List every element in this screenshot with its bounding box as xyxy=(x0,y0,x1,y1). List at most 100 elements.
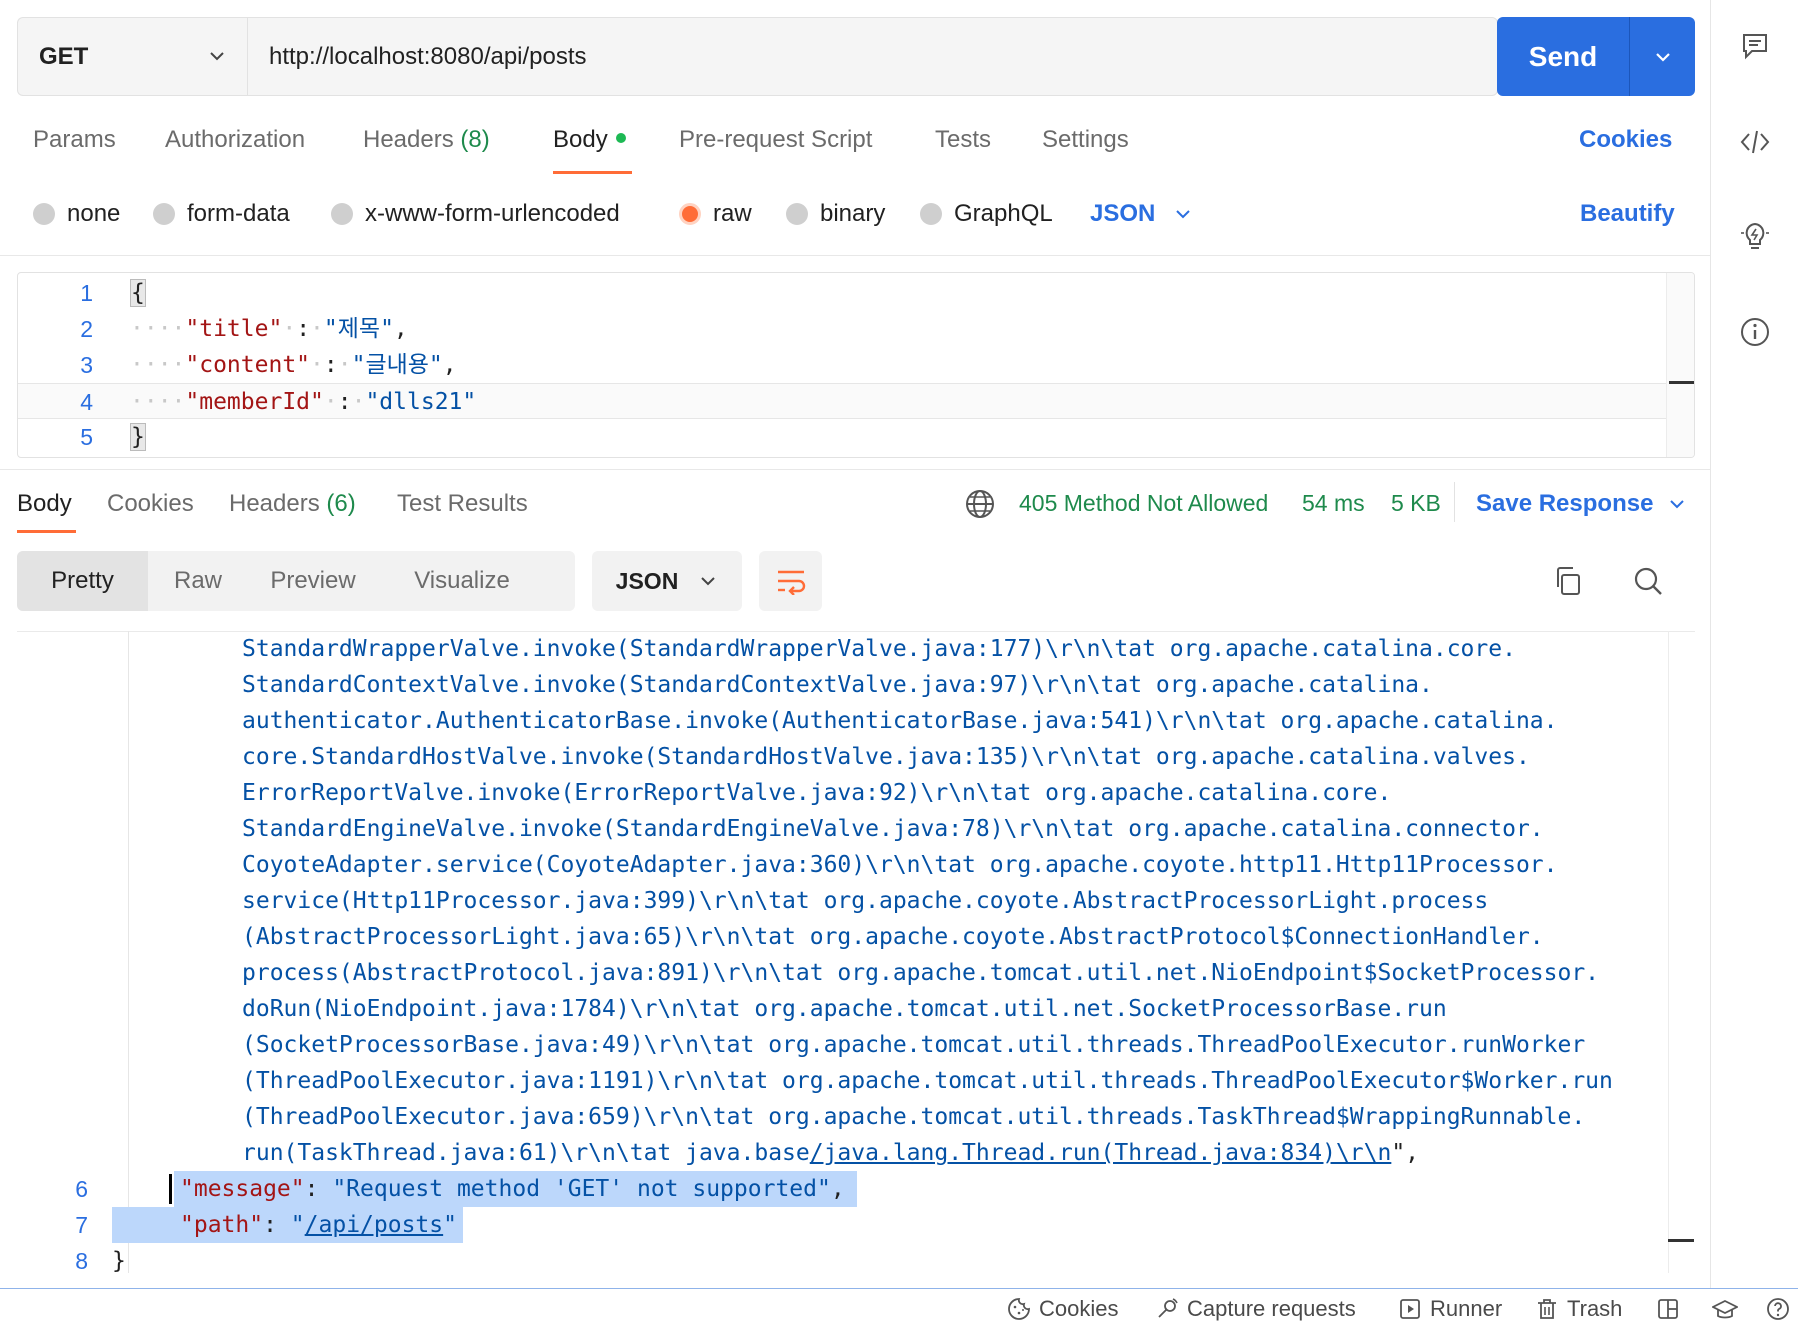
json-value: "Request method 'GET' not supported" xyxy=(332,1176,831,1202)
wrap-icon xyxy=(777,570,805,595)
resp-tab-headers[interactable]: Headers (6) xyxy=(229,490,356,518)
send-label: Send xyxy=(1528,40,1598,72)
status-bar: Cookies Capture requests Runner Trash xyxy=(0,1288,1798,1328)
footer-runner-label: Runner xyxy=(1430,1296,1503,1321)
response-scrollbar[interactable] xyxy=(1668,631,1695,1273)
language-select[interactable]: JSON xyxy=(1090,200,1193,228)
radio-none[interactable]: none xyxy=(33,200,120,228)
right-sidebar xyxy=(1710,0,1798,1288)
footer-help[interactable] xyxy=(1766,1289,1790,1328)
trace-line: ErrorReportValve.invoke(ErrorReportValve… xyxy=(242,780,1392,806)
footer-trash[interactable]: Trash xyxy=(1535,1289,1622,1328)
url-input[interactable]: http://localhost:8080/api/posts xyxy=(247,17,1498,96)
radio-circle xyxy=(331,203,353,225)
code-text: ····"content"·:·"글내용", xyxy=(130,352,457,378)
trace-line: process(AbstractProtocol.java:891)\r\n\t… xyxy=(242,960,1600,986)
request-body-editor[interactable]: 1 { 2 ····"title"·:·"제목", 3 ····"content… xyxy=(17,272,1695,458)
trash-icon xyxy=(1538,1299,1556,1319)
radio-raw[interactable]: raw xyxy=(679,200,752,228)
footer-bootcamp[interactable] xyxy=(1712,1289,1738,1328)
method-select[interactable]: GET xyxy=(17,17,247,96)
info-button[interactable] xyxy=(1733,310,1777,354)
tab-authorization[interactable]: Authorization xyxy=(165,126,305,154)
editor-scrollbar[interactable] xyxy=(1666,273,1694,457)
related-button[interactable] xyxy=(1733,214,1777,258)
view-raw[interactable]: Raw xyxy=(148,551,248,611)
beautify-link[interactable]: Beautify xyxy=(1580,200,1675,228)
save-response-label: Save Response xyxy=(1476,490,1654,517)
trace-line-last: run(TaskThread.java:61)\r\n\tat java.bas… xyxy=(242,1135,1419,1171)
footer-trash-label: Trash xyxy=(1567,1296,1623,1321)
view-visualize[interactable]: Visualize xyxy=(378,551,546,611)
search-button[interactable] xyxy=(1628,561,1668,601)
radio-form-data-label: form-data xyxy=(187,200,290,227)
help-icon xyxy=(1767,1298,1789,1320)
json-key: "message" xyxy=(180,1176,305,1202)
globe-icon xyxy=(966,490,994,518)
tab-headers[interactable]: Headers (8) xyxy=(363,126,490,154)
comments-button[interactable] xyxy=(1733,24,1777,68)
layout-icon xyxy=(1658,1299,1678,1319)
trace-link[interactable]: /java.lang.Thread.run(Thread.java:834)\r… xyxy=(810,1140,1392,1166)
view-preview[interactable]: Preview xyxy=(248,551,378,611)
copy-button[interactable] xyxy=(1548,561,1588,601)
status-code[interactable]: 405 Method Not Allowed xyxy=(1019,490,1268,517)
divider xyxy=(0,255,1710,256)
trace-line: (SocketProcessorBase.java:49)\r\n\tat or… xyxy=(242,1032,1586,1058)
tab-settings[interactable]: Settings xyxy=(1042,126,1129,154)
send-button[interactable]: Send xyxy=(1497,17,1695,96)
line-number: 3 xyxy=(80,352,93,378)
resp-headers-count: (6) xyxy=(326,490,356,517)
capture-icon xyxy=(1158,1298,1178,1318)
copy-icon xyxy=(1557,567,1580,595)
tab-tests[interactable]: Tests xyxy=(935,126,991,154)
body-indicator-dot xyxy=(615,132,626,143)
json-value: "글내용" xyxy=(351,352,443,378)
response-format-label: JSON xyxy=(615,567,679,594)
radio-raw-label: raw xyxy=(713,200,752,227)
response-body-viewer[interactable]: StandardWrapperValve.invoke(StandardWrap… xyxy=(17,631,1695,1273)
resp-tab-body[interactable]: Body xyxy=(17,490,72,518)
trace-line: service(Http11Processor.java:399)\r\n\ta… xyxy=(242,888,1489,914)
line-number: 2 xyxy=(80,316,93,342)
cookies-link[interactable]: Cookies xyxy=(1579,126,1672,154)
open-brace: { xyxy=(130,279,146,307)
tab-params[interactable]: Params xyxy=(33,126,116,154)
url-bar: GET http://localhost:8080/api/posts Send xyxy=(17,17,1695,96)
trace-line: authenticator.AuthenticatorBase.invoke(A… xyxy=(242,708,1558,734)
code-snippet-button[interactable] xyxy=(1733,120,1777,164)
radio-binary[interactable]: binary xyxy=(786,200,885,228)
response-format-select[interactable]: JSON xyxy=(592,551,742,611)
language-label: JSON xyxy=(1090,200,1156,227)
code-icon xyxy=(1740,130,1770,154)
path-link[interactable]: /api/posts xyxy=(305,1212,443,1238)
line-number: 7 xyxy=(75,1212,88,1238)
response-size[interactable]: 5 KB xyxy=(1391,490,1441,517)
radio-urlencoded[interactable]: x-www-form-urlencoded xyxy=(331,200,620,228)
save-response-button[interactable]: Save Response xyxy=(1476,490,1687,518)
active-resp-tab-underline xyxy=(17,530,76,533)
send-dropdown[interactable] xyxy=(1630,47,1695,67)
resp-tab-test-results[interactable]: Test Results xyxy=(397,490,528,518)
footer-runner[interactable]: Runner xyxy=(1398,1289,1502,1328)
response-time[interactable]: 54 ms xyxy=(1302,490,1365,517)
comments-icon xyxy=(1743,34,1767,60)
radio-circle xyxy=(786,203,808,225)
radio-urlencoded-label: x-www-form-urlencoded xyxy=(365,200,620,227)
cookie-icon xyxy=(1008,1298,1030,1320)
footer-layout[interactable] xyxy=(1656,1289,1680,1328)
radio-form-data[interactable]: form-data xyxy=(153,200,290,228)
radio-circle xyxy=(920,203,942,225)
view-pretty[interactable]: Pretty xyxy=(17,551,148,611)
resp-tab-cookies[interactable]: Cookies xyxy=(107,490,194,518)
trace-line: doRun(NioEndpoint.java:1784)\r\n\tat org… xyxy=(242,996,1447,1022)
radio-graphql[interactable]: GraphQL xyxy=(920,200,1053,228)
headers-count: (8) xyxy=(460,126,490,153)
trace-line: (ThreadPoolExecutor.java:659)\r\n\tat or… xyxy=(242,1104,1586,1130)
code-line: 8 } xyxy=(17,1243,1667,1273)
tab-prerequest-script[interactable]: Pre-request Script xyxy=(679,126,872,154)
tab-body[interactable]: Body xyxy=(553,126,626,154)
footer-capture-requests[interactable]: Capture requests xyxy=(1155,1289,1356,1328)
footer-cookies[interactable]: Cookies xyxy=(1007,1289,1118,1328)
wrap-lines-button[interactable] xyxy=(759,551,822,611)
